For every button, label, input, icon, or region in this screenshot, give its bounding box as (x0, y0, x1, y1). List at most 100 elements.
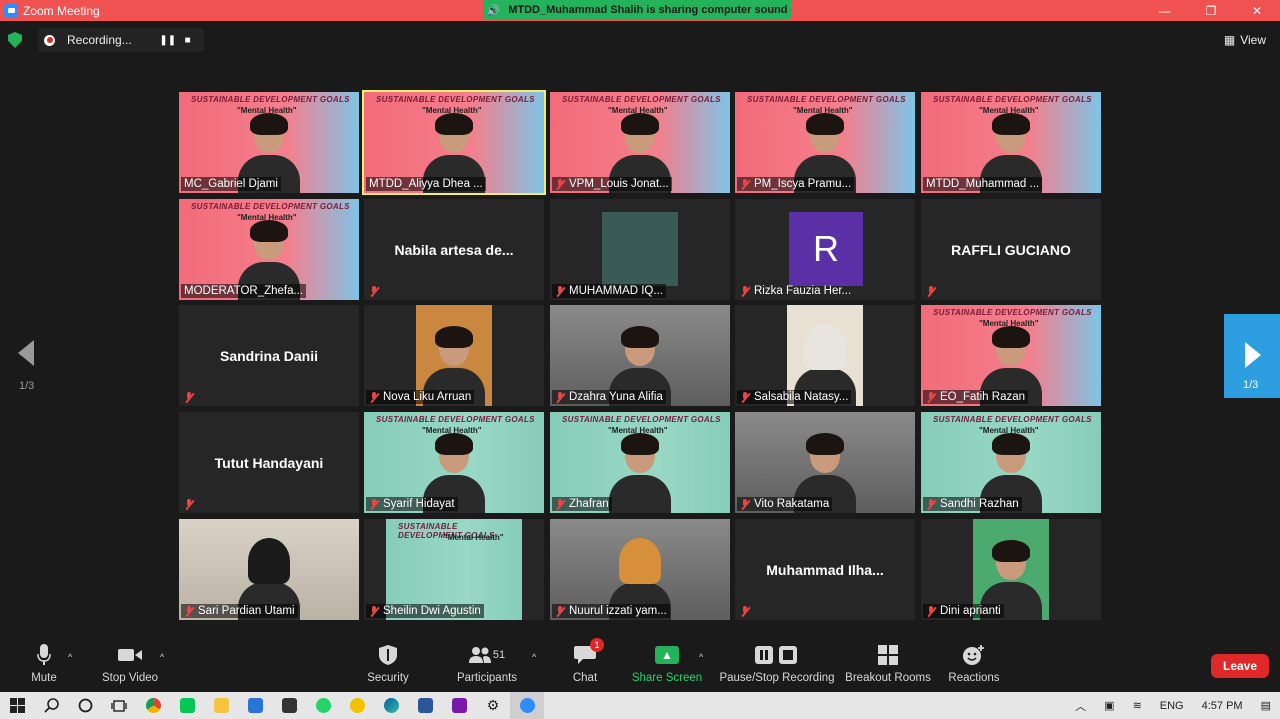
task-view-icon[interactable] (102, 692, 136, 719)
close-button[interactable]: ✕ (1234, 0, 1280, 21)
security-button[interactable]: Security (366, 642, 410, 684)
participant-tile[interactable]: MUHAMMAD IQ... (550, 199, 730, 300)
participant-tile[interactable]: SUSTAINABLE DEVELOPMENT GOALS "Mental Hea… (179, 199, 359, 300)
participant-name-label: Syarif Hidayat (366, 497, 458, 511)
participant-tile[interactable]: R Rizka Fauzia Her... (735, 199, 915, 300)
windows-start-icon[interactable] (0, 692, 34, 719)
participant-tile[interactable]: Dini aprianti (921, 519, 1101, 620)
view-button[interactable]: ▦ View (1224, 33, 1266, 47)
participant-tile[interactable]: SUSTAINABLE DEVELOPMENT GOALS "Mental Hea… (550, 412, 730, 513)
muted-mic-icon (740, 391, 750, 403)
participant-tile[interactable]: Vito Rakatama (735, 412, 915, 513)
participant-tile[interactable]: RAFFLI GUCIANO (921, 199, 1101, 300)
participant-display-name: Tutut Handayani (214, 454, 324, 471)
keyboard-language[interactable]: ENG (1160, 700, 1184, 712)
recording-dot-icon (44, 34, 55, 46)
participant-tile[interactable]: SUSTAINABLE DEVELOPMENT GOALS "Mental Hea… (364, 519, 544, 620)
breakout-rooms-icon (878, 642, 898, 668)
participant-name-label (181, 391, 201, 404)
participant-display-name: RAFFLI GUCIANO (951, 241, 1071, 258)
participant-tile[interactable]: SUSTAINABLE DEVELOPMENT GOALS "Mental Hea… (179, 92, 359, 193)
participant-name-label (366, 285, 386, 298)
participant-tile[interactable]: SUSTAINABLE DEVELOPMENT GOALS "Mental Hea… (735, 92, 915, 193)
participant-tile[interactable]: Muhammad Ilha... (735, 519, 915, 620)
page-indicator-right: 1/3 (1243, 379, 1259, 391)
share-options-caret[interactable]: ^ (699, 652, 703, 662)
meeting-toolbar: Mute ^ Stop Video ^ Security 51 Particip… (0, 638, 1280, 692)
participant-display-name: Muhammad Ilha... (766, 561, 884, 578)
participant-tile[interactable]: SUSTAINABLE DEVELOPMENT GOALS "Mental Hea… (921, 412, 1101, 513)
participants-count: 51 (492, 649, 506, 661)
muted-mic-icon (926, 605, 936, 617)
chat-unread-badge: 1 (590, 638, 604, 652)
pause-recording-button[interactable]: ❚❚ (158, 31, 178, 49)
breakout-rooms-button[interactable]: Breakout Rooms (845, 642, 931, 684)
pause-stop-recording-button[interactable]: Pause/Stop Recording (719, 642, 835, 684)
restore-button[interactable]: ❐ (1188, 0, 1234, 21)
onenote-icon[interactable] (442, 692, 476, 719)
stop-video-button[interactable]: Stop Video (99, 642, 161, 684)
video-options-caret[interactable]: ^ (160, 652, 164, 662)
participant-tile[interactable]: Nabila artesa de... (364, 199, 544, 300)
line-app-icon[interactable] (170, 692, 204, 719)
muted-mic-icon (555, 391, 565, 403)
media-player-icon[interactable] (340, 692, 374, 719)
participant-tile[interactable]: SUSTAINABLE DEVELOPMENT GOALS "Mental Hea… (362, 90, 546, 195)
wifi-icon[interactable]: ≋ (1133, 699, 1142, 712)
sharing-sound-banner[interactable]: 🔊 MTDD_Muhammad Shalih is sharing comput… (483, 0, 791, 20)
mail-icon[interactable] (238, 692, 272, 719)
recording-bar: Recording... ❚❚ ■ (8, 28, 204, 52)
chevron-up-icon[interactable]: ︿ (1075, 698, 1086, 714)
stop-recording-button[interactable]: ■ (178, 31, 198, 49)
audio-options-caret[interactable]: ^ (68, 652, 72, 662)
share-screen-icon: ▲ (655, 646, 679, 664)
reactions-button[interactable]: Reactions (948, 642, 1000, 684)
store-icon[interactable] (272, 692, 306, 719)
chrome-icon[interactable] (136, 692, 170, 719)
participants-options-caret[interactable]: ^ (532, 652, 536, 662)
participant-tile[interactable]: Sandrina Danii (179, 305, 359, 406)
share-screen-button[interactable]: ▲ Share Screen (632, 642, 702, 684)
zoom-taskbar-icon[interactable] (510, 692, 544, 719)
stop-video-label: Stop Video (101, 672, 159, 684)
participant-name-label (181, 498, 201, 511)
virtual-background-title: SUSTAINABLE DEVELOPMENT GOALS (747, 95, 906, 104)
participant-tile[interactable]: Salsabila Natasy... (735, 305, 915, 406)
participant-name-label (737, 605, 757, 618)
edge-icon[interactable] (374, 692, 408, 719)
participant-tile[interactable]: Nova Liku Arruan (364, 305, 544, 406)
participant-tile[interactable]: SUSTAINABLE DEVELOPMENT GOALS "Mental Hea… (364, 412, 544, 513)
minimize-button[interactable]: — (1142, 0, 1188, 21)
cortana-icon[interactable] (68, 692, 102, 719)
clock[interactable]: 4:57 PM (1202, 700, 1243, 712)
next-page-button[interactable]: 1/3 (1224, 314, 1280, 398)
search-icon[interactable] (34, 692, 68, 719)
participant-name: Sheilin Dwi Agustin (383, 605, 481, 617)
participant-tile[interactable]: SUSTAINABLE DEVELOPMENT GOALS "Mental Hea… (550, 92, 730, 193)
virtual-background-title: SUSTAINABLE DEVELOPMENT GOALS (562, 415, 721, 424)
participants-button[interactable]: 51 Participants (456, 642, 518, 684)
participant-tile[interactable]: Dzahra Yuna Alifia (550, 305, 730, 406)
whatsapp-icon[interactable] (306, 692, 340, 719)
participant-tile[interactable]: SUSTAINABLE DEVELOPMENT GOALS "Mental Hea… (921, 92, 1101, 193)
action-center-icon[interactable]: ▤ (1261, 699, 1271, 712)
participant-name: Rizka Fauzia Her... (754, 285, 852, 297)
window-title: Zoom Meeting (23, 3, 100, 18)
file-explorer-icon[interactable] (204, 692, 238, 719)
virtual-background-title: SUSTAINABLE DEVELOPMENT GOALS (376, 95, 535, 104)
encryption-shield-icon[interactable] (8, 32, 22, 48)
participant-tile[interactable]: SUSTAINABLE DEVELOPMENT GOALS "Mental Hea… (921, 305, 1101, 406)
zoom-logo-icon (4, 3, 18, 18)
virtual-background-title: SUSTAINABLE DEVELOPMENT GOALS (933, 415, 1092, 424)
settings-gear-icon[interactable]: ⚙ (476, 692, 510, 719)
word-icon[interactable] (408, 692, 442, 719)
participant-tile[interactable]: Sari Pardian Utami (179, 519, 359, 620)
notification-area-icon[interactable]: ▣ (1104, 699, 1114, 712)
previous-page-button[interactable]: 1/3 (16, 340, 38, 392)
view-label: View (1240, 33, 1266, 47)
participant-tile[interactable]: Tutut Handayani (179, 412, 359, 513)
chat-button[interactable]: 1 Chat (571, 638, 604, 684)
leave-button[interactable]: Leave (1211, 654, 1269, 678)
participant-tile[interactable]: Nuurul izzati yam... (550, 519, 730, 620)
mute-button[interactable]: Mute (26, 642, 62, 684)
